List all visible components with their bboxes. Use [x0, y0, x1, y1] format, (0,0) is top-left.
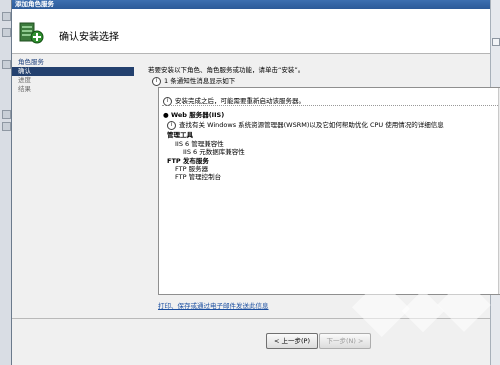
intro-text: 若要安装以下角色、角色服务或功能，请单击“安装”。 [148, 66, 305, 74]
message-count-row: i1 条通知性消息显示如下 [152, 75, 235, 86]
watermark-shape [352, 279, 410, 337]
page-title: 确认安装选择 [59, 32, 119, 43]
list-item: FTP 管理控制台 [175, 173, 222, 181]
background-icon [2, 110, 11, 119]
window-title: 添加角色服务 [12, 0, 490, 9]
scroll-up-icon [492, 38, 500, 46]
nav-item-results: 结果 [18, 85, 31, 93]
background-icon [2, 28, 11, 37]
watermark-shape [437, 278, 491, 332]
wizard-nav: 角色服务 确认 进度 结果 [12, 54, 134, 316]
previous-button[interactable]: < 上一步(P) [266, 333, 318, 349]
background-icon [2, 122, 11, 131]
nav-item-progress: 进度 [18, 76, 31, 84]
wizard-content: 若要安装以下角色、角色服务或功能，请单击“安装”。 i1 条通知性消息显示如下 … [148, 54, 500, 316]
message-count-text: 1 条通知性消息显示如下 [164, 77, 236, 85]
background-icon [2, 12, 11, 21]
role-title: Web 服务器(IIS) [170, 111, 225, 119]
restart-note-text: 安装完成之后，可能需要重新启动该服务器。 [175, 97, 305, 105]
role-heading[interactable]: ● Web 服务器(IIS) [163, 109, 224, 119]
restart-note-row: i 安装完成之后，可能需要重新启动该服务器。 [163, 95, 305, 106]
watermark-overlay [350, 278, 495, 358]
role-info-text: 查找有关 Windows 系统资源管理器(WSRM)以及它如何帮助优化 CPU … [179, 121, 444, 129]
role-info-row: i 查找有关 Windows 系统资源管理器(WSRM)以及它如何帮助优化 CPU… [167, 119, 444, 130]
nav-item-confirm[interactable]: 确认 [12, 67, 134, 76]
print-save-email-link[interactable]: 打印、保存或通过电子邮件发送此信息 [158, 300, 269, 310]
selection-summary-box[interactable]: i 安装完成之后，可能需要重新启动该服务器。 ● Web 服务器(IIS) i 查找… [158, 87, 500, 295]
info-icon: i [152, 76, 161, 86]
wizard-header: 确认安装选择 [12, 9, 490, 54]
server-role-icon [19, 22, 44, 44]
watermark-shape [401, 289, 445, 333]
divider [162, 105, 500, 106]
nav-item-role-services[interactable]: 角色服务 [12, 58, 134, 67]
collapse-icon[interactable]: ● [163, 111, 169, 119]
background-icon [2, 60, 11, 69]
